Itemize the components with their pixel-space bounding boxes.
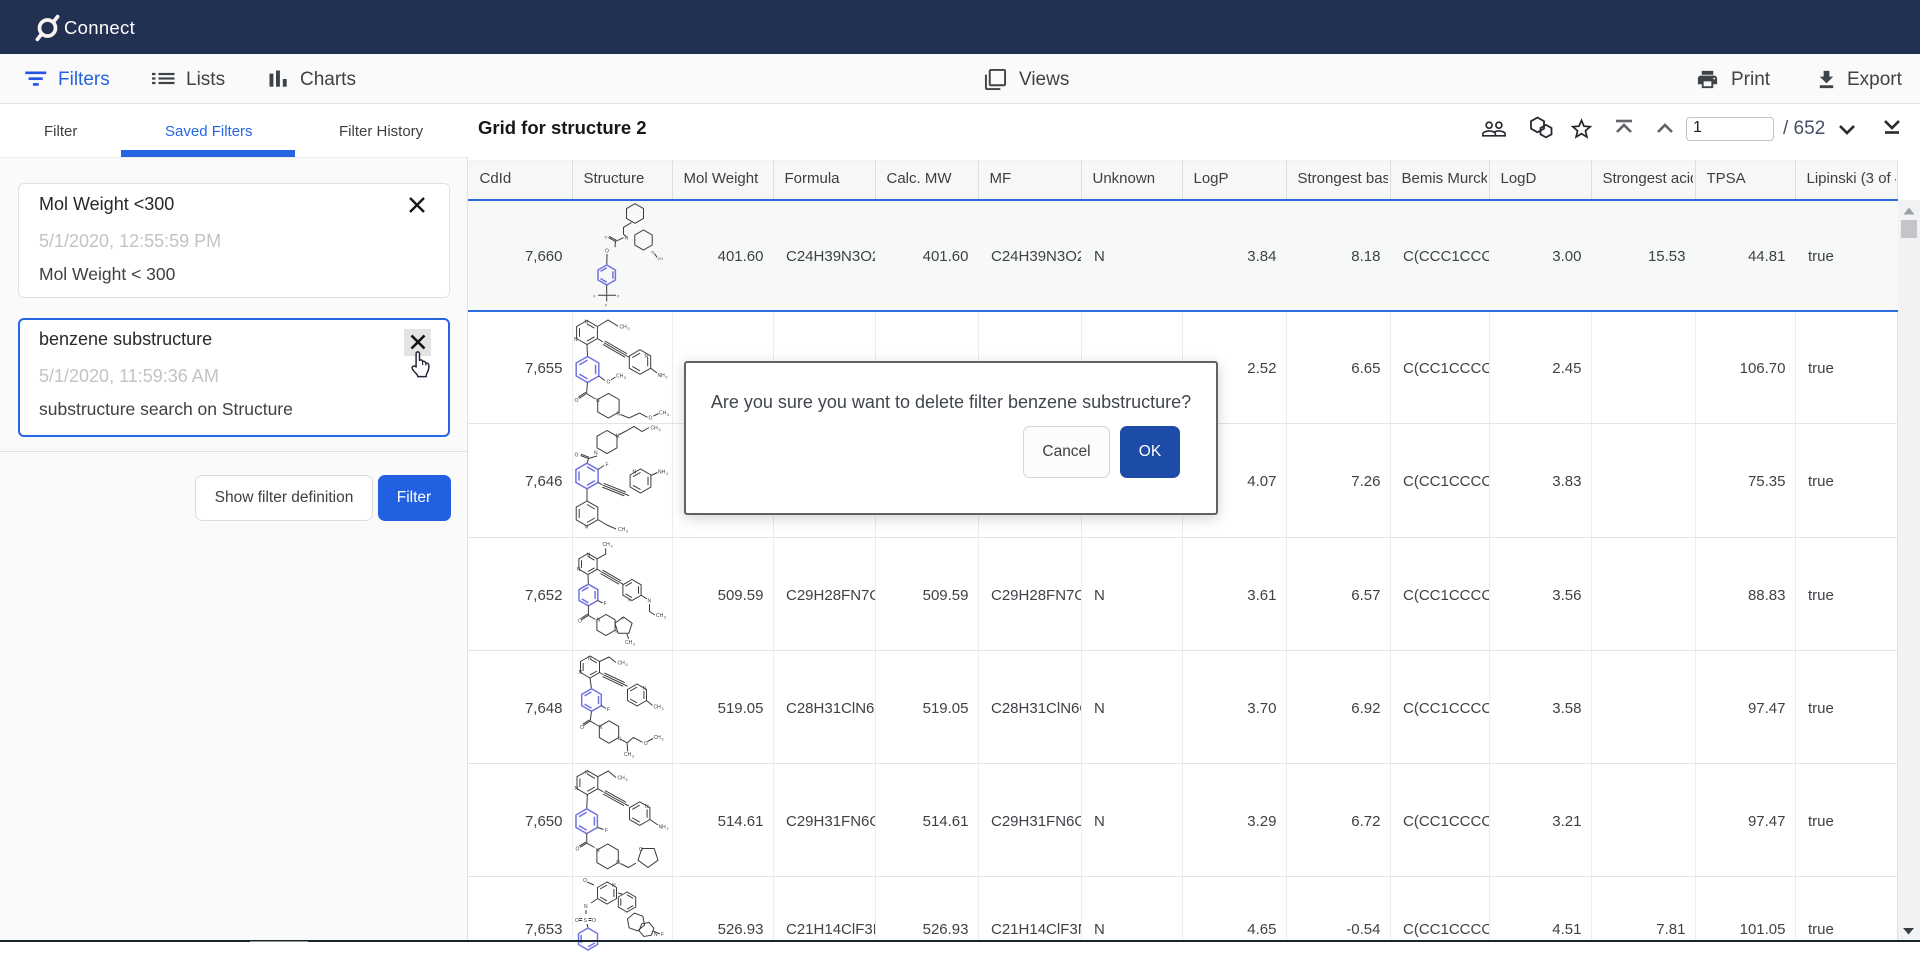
svg-text:O: O	[575, 453, 579, 459]
svg-text:3: 3	[662, 737, 664, 741]
svg-text:N: N	[596, 848, 600, 854]
svg-text:N: N	[575, 786, 579, 792]
svg-text:N: N	[652, 251, 655, 255]
svg-text:F: F	[607, 707, 610, 713]
svg-text:3: 3	[659, 428, 661, 432]
svg-text:2: 2	[666, 472, 668, 476]
svg-text:N: N	[587, 552, 591, 558]
svg-text:3: 3	[611, 544, 613, 548]
svg-text:N: N	[585, 770, 589, 776]
svg-text:N: N	[599, 725, 603, 731]
svg-text:3: 3	[624, 376, 626, 380]
svg-text:N: N	[633, 470, 637, 476]
svg-text:F: F	[661, 932, 664, 938]
svg-text:CH: CH	[656, 613, 664, 619]
svg-text:F: F	[617, 294, 620, 298]
svg-text:O: O	[649, 415, 653, 421]
svg-text:3: 3	[626, 530, 628, 534]
svg-text:O: O	[576, 846, 580, 852]
svg-text:O: O	[578, 618, 582, 624]
svg-text:CH: CH	[618, 660, 626, 666]
svg-text:CH: CH	[603, 542, 611, 548]
svg-text:CH: CH	[616, 373, 624, 379]
svg-text:3: 3	[633, 642, 635, 646]
svg-text:NH: NH	[659, 824, 667, 830]
svg-text:F: F	[605, 828, 608, 834]
svg-text:N: N	[585, 319, 589, 325]
svg-text:S: S	[584, 918, 588, 924]
svg-text:O: O	[583, 878, 587, 884]
svg-text:N: N	[616, 860, 620, 866]
svg-text:CH: CH	[659, 410, 667, 416]
svg-text:3: 3	[626, 778, 628, 782]
svg-text:N: N	[596, 398, 600, 404]
svg-text:CH: CH	[625, 640, 633, 646]
svg-text:N: N	[645, 354, 649, 360]
svg-text:3: 3	[664, 615, 666, 619]
svg-text:CH: CH	[624, 752, 632, 758]
svg-text:F: F	[605, 303, 608, 307]
svg-text:3: 3	[667, 413, 669, 417]
svg-text:O: O	[580, 725, 584, 731]
svg-text:CH: CH	[618, 527, 626, 533]
svg-text:N: N	[588, 656, 592, 662]
svg-text:O: O	[605, 249, 609, 255]
svg-text:N: N	[577, 567, 581, 573]
svg-text:CH: CH	[620, 324, 628, 330]
svg-text:O: O	[592, 918, 596, 924]
svg-text:N: N	[584, 904, 588, 910]
svg-text:F: F	[604, 601, 607, 607]
svg-text:N: N	[585, 525, 589, 531]
svg-text:3: 3	[626, 663, 628, 667]
svg-text:3: 3	[662, 707, 664, 711]
svg-text:N: N	[621, 616, 624, 620]
svg-text:N: N	[625, 236, 629, 242]
svg-text:F: F	[594, 294, 597, 298]
svg-text:O: O	[639, 847, 643, 853]
svg-text:N: N	[615, 629, 618, 633]
svg-text:O: O	[605, 236, 608, 240]
svg-text:NH: NH	[658, 470, 666, 476]
svg-text:O: O	[644, 741, 648, 747]
svg-text:CH: CH	[658, 257, 664, 261]
svg-text:N: N	[645, 804, 649, 810]
svg-text:N: N	[579, 670, 583, 676]
svg-text:N: N	[612, 883, 616, 889]
svg-text:N: N	[617, 411, 621, 417]
svg-text:CH: CH	[618, 775, 626, 781]
svg-text:N: N	[643, 686, 647, 692]
svg-text:3: 3	[628, 327, 630, 331]
svg-text:N: N	[597, 617, 601, 623]
svg-text:CH: CH	[654, 735, 662, 741]
svg-text:N: N	[628, 598, 631, 602]
svg-text:N: N	[648, 598, 652, 604]
svg-text:O: O	[607, 379, 611, 385]
svg-text:CH: CH	[654, 704, 662, 710]
svg-text:2: 2	[666, 375, 668, 379]
svg-text:3: 3	[632, 754, 634, 758]
svg-text:NH: NH	[658, 373, 666, 379]
svg-text:F: F	[606, 463, 609, 469]
svg-text:O: O	[575, 398, 579, 404]
svg-text:2: 2	[667, 827, 669, 831]
svg-text:N: N	[594, 451, 598, 457]
svg-text:O: O	[575, 918, 579, 924]
svg-text:N: N	[574, 337, 578, 343]
svg-text:CH: CH	[651, 426, 659, 432]
